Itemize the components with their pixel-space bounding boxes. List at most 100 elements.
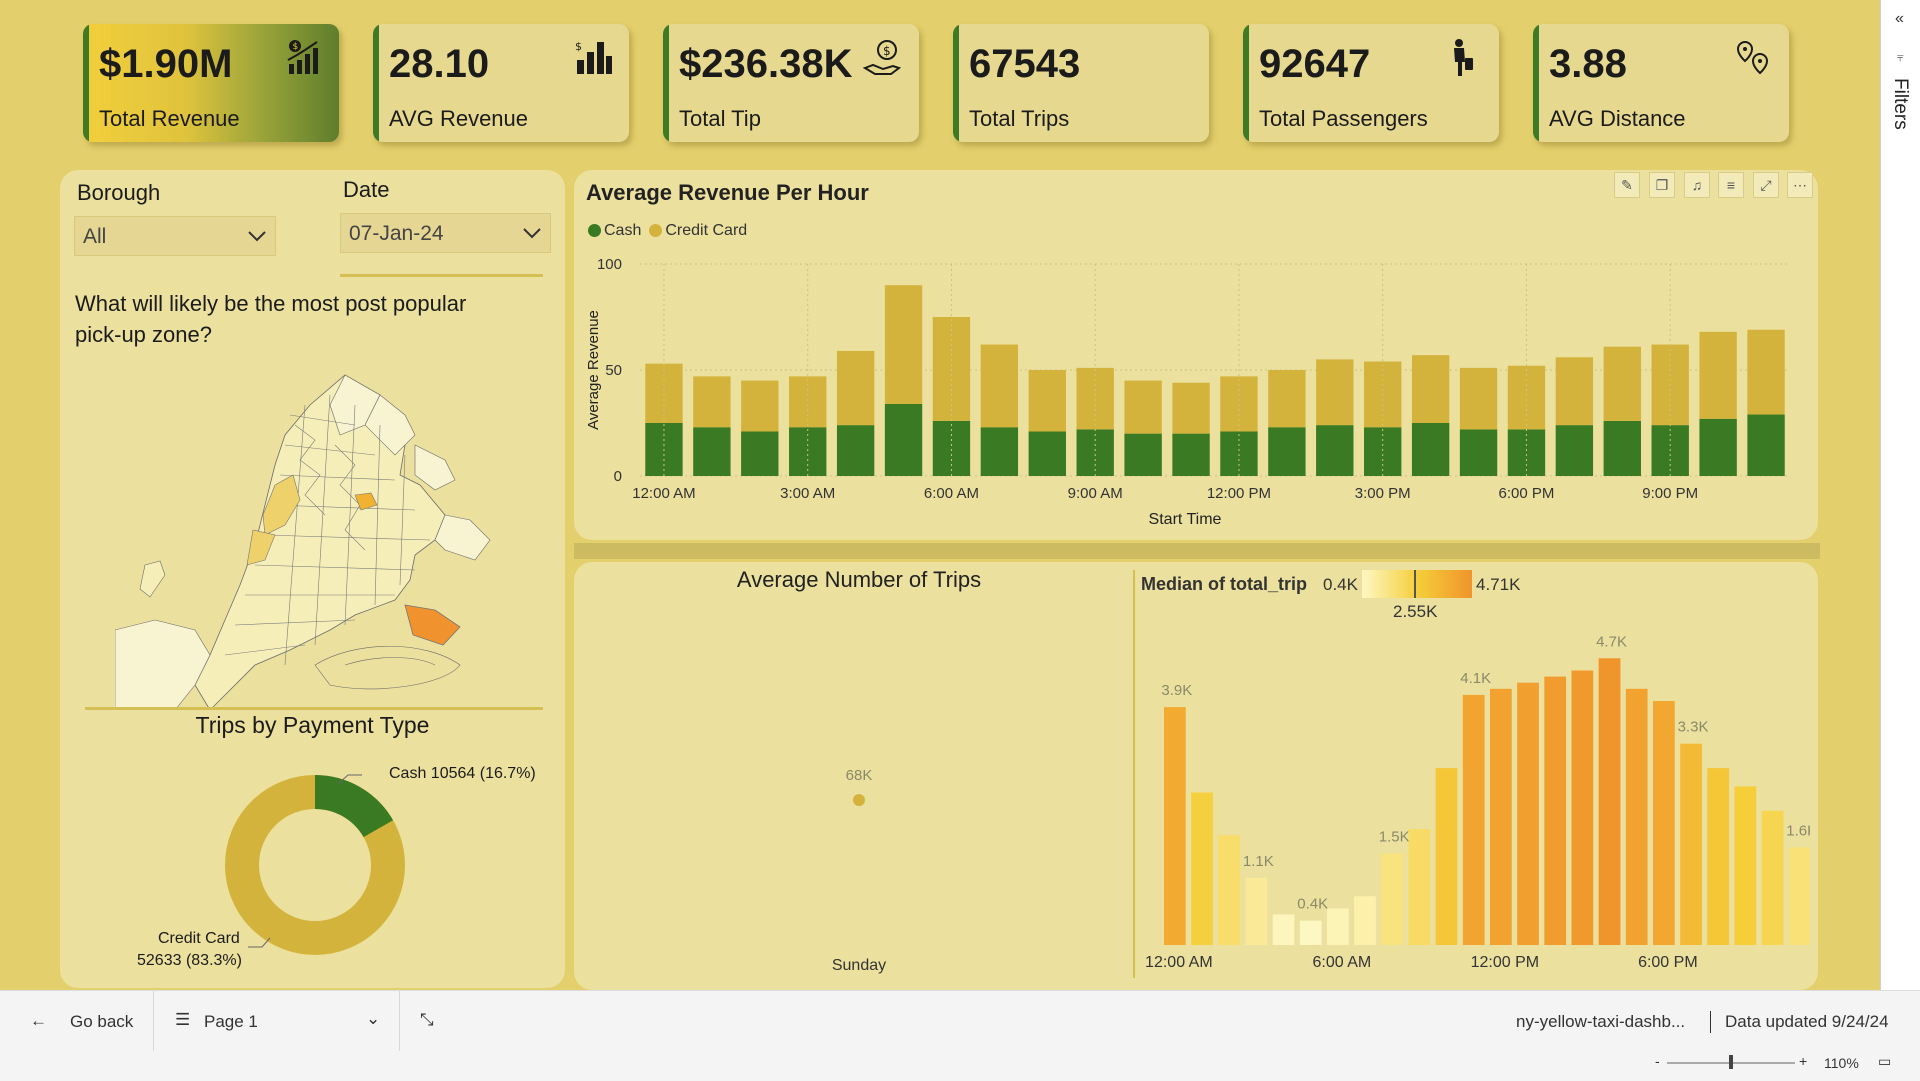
- zoom-in-button[interactable]: +: [1799, 1053, 1807, 1069]
- page-list-icon: ☰: [175, 1010, 191, 1029]
- median-bar: [1218, 835, 1241, 945]
- kpi-label: AVG Revenue: [389, 106, 529, 131]
- page-chevron-down-icon[interactable]: ⌄: [366, 1009, 380, 1029]
- kpi-accent-bar: [1533, 24, 1539, 142]
- x-tick-label: 6:00 PM: [1638, 954, 1698, 971]
- zoom-slider-thumb[interactable]: [1729, 1055, 1733, 1069]
- trip-point: [853, 794, 865, 806]
- filter-icon: ≡: [1726, 177, 1736, 193]
- kpi-card-avg-distance: 3.88 AVG Distance: [1533, 24, 1789, 142]
- bar-cash: [1124, 433, 1162, 476]
- go-back-button[interactable]: Go back: [70, 1012, 133, 1032]
- bar-credit-card: [741, 380, 779, 432]
- median-bar: [1354, 896, 1376, 945]
- bar-credit-card: [1172, 382, 1210, 434]
- kpi-value: $1.90M: [99, 42, 233, 86]
- median-bar: [1435, 768, 1458, 945]
- donut-title: Trips by Payment Type: [195, 712, 430, 738]
- borough-dropdown[interactable]: All: [74, 216, 276, 256]
- kpi-label: AVG Distance: [1549, 106, 1686, 131]
- x-tick-label: 9:00 AM: [1068, 485, 1123, 502]
- collapse-pane-icon[interactable]: «: [1895, 10, 1904, 28]
- bar-credit-card: [1555, 357, 1594, 426]
- bar-cash: [1747, 414, 1785, 476]
- kpi-accent-bar: [83, 24, 89, 142]
- bar-cash: [836, 425, 875, 476]
- median-bar: [1544, 676, 1567, 945]
- kpi-value: 92647: [1259, 42, 1371, 86]
- bell-icon: ♫: [1691, 177, 1703, 193]
- focus-mode-button[interactable]: ⤢: [1753, 172, 1779, 198]
- median-bar: [1734, 786, 1757, 945]
- filters-pane-label[interactable]: Filters: [1889, 78, 1911, 130]
- pickup-zone-map[interactable]: [115, 365, 505, 710]
- kpi-value: $236.38K: [679, 42, 853, 86]
- bar-credit-card: [1603, 346, 1641, 421]
- kpi-card-total-passengers: 92647 Total Passengers: [1243, 24, 1499, 142]
- legend-item-credit-card[interactable]: Credit Card: [649, 222, 747, 240]
- date-dropdown[interactable]: 07-Jan-24: [340, 213, 551, 253]
- median-bar: [1761, 810, 1784, 945]
- median-bar: [1408, 829, 1431, 945]
- filters-pane[interactable]: « ⫧ Filters: [1880, 0, 1920, 990]
- y-tick-label: 0: [614, 468, 622, 485]
- bar-credit-card: [884, 285, 923, 404]
- revenue-per-hour-chart[interactable]: 0 50 100 12:00 AM 3:00 AM 6:00 AM 9:00 AM 12:00…: [580, 252, 1810, 534]
- kpi-label: Total Revenue: [99, 106, 240, 131]
- median-bar-label: 1.6K: [1786, 822, 1810, 839]
- median-bar: [1164, 707, 1186, 945]
- y-axis-title: Average Revenue: [585, 310, 602, 430]
- alert-button[interactable]: ♫: [1684, 172, 1710, 198]
- x-tick-label: 12:00 AM: [1145, 954, 1213, 971]
- median-trips-chart[interactable]: 3.9K 1.1K 0.4K 1.5K 4.1K 4.7K 3.3K 1.6K 12:00 AM…: [1140, 620, 1810, 985]
- donut-label-credit-line2: 52633 (83.3%): [137, 952, 242, 969]
- median-bar: [1517, 682, 1539, 945]
- fit-page-icon[interactable]: ▭: [1878, 1053, 1891, 1070]
- median-bar: [1490, 688, 1512, 945]
- bar-cash: [1268, 427, 1306, 476]
- bar-credit-card: [693, 376, 731, 428]
- more-icon: ⋯: [1793, 176, 1807, 193]
- median-bar: [1653, 701, 1675, 945]
- more-options-button[interactable]: ⋯: [1787, 172, 1813, 198]
- bar-cash: [1603, 420, 1641, 476]
- x-tick-label: 3:00 AM: [780, 485, 835, 502]
- kpi-card-total-revenue: $1.90M Total Revenue $: [83, 24, 339, 142]
- filter-funnel-icon: ⫧: [1897, 50, 1904, 64]
- kpi-value: 3.88: [1549, 42, 1627, 86]
- svg-text:$: $: [575, 40, 582, 53]
- zoom-out-button[interactable]: -: [1655, 1053, 1660, 1069]
- date-selected-value: 07-Jan-24: [349, 222, 444, 245]
- bar-credit-card: [836, 350, 875, 426]
- filter-visual-button[interactable]: ≡: [1718, 172, 1744, 198]
- median-bar: [1571, 670, 1594, 945]
- back-arrow-icon[interactable]: ←: [30, 1011, 47, 1031]
- median-bar: [1299, 920, 1322, 945]
- y-tick-label: 50: [605, 362, 622, 379]
- bar-cash: [693, 427, 731, 476]
- kpi-value: 67543: [969, 42, 1081, 86]
- date-slicer-title: Date: [343, 177, 390, 202]
- footer-divider: [399, 991, 400, 1051]
- bar-cash: [884, 403, 923, 476]
- median-bar-label: 1.1K: [1243, 853, 1274, 870]
- median-bar: [1381, 853, 1404, 945]
- x-tick-label: 6:00 AM: [924, 485, 979, 502]
- median-legend-title: Median of total_trip: [1141, 574, 1307, 594]
- collapse-icon[interactable]: ⤡: [420, 1010, 434, 1030]
- bar-cash: [1411, 423, 1450, 476]
- kpi-card-total-trips: 67543 Total Trips: [953, 24, 1209, 142]
- passenger-icon: [1454, 39, 1473, 76]
- avg-trips-chart[interactable]: 68K Sunday: [574, 600, 1144, 985]
- revenue-chart-title: Average Revenue Per Hour: [586, 180, 869, 205]
- x-tick-label: Sunday: [832, 957, 886, 974]
- bar-credit-card: [1411, 355, 1450, 423]
- pin-visual-button[interactable]: ✎: [1614, 172, 1640, 198]
- bar-cash: [741, 431, 779, 476]
- page-selector[interactable]: Page 1: [204, 1012, 258, 1032]
- kpi-accent-bar: [663, 24, 669, 142]
- copy-visual-button[interactable]: ❐: [1649, 172, 1675, 198]
- kpi-label: Total Tip: [679, 106, 761, 131]
- legend-item-cash[interactable]: Cash: [588, 222, 641, 240]
- median-bar-label: 4.1K: [1460, 670, 1491, 687]
